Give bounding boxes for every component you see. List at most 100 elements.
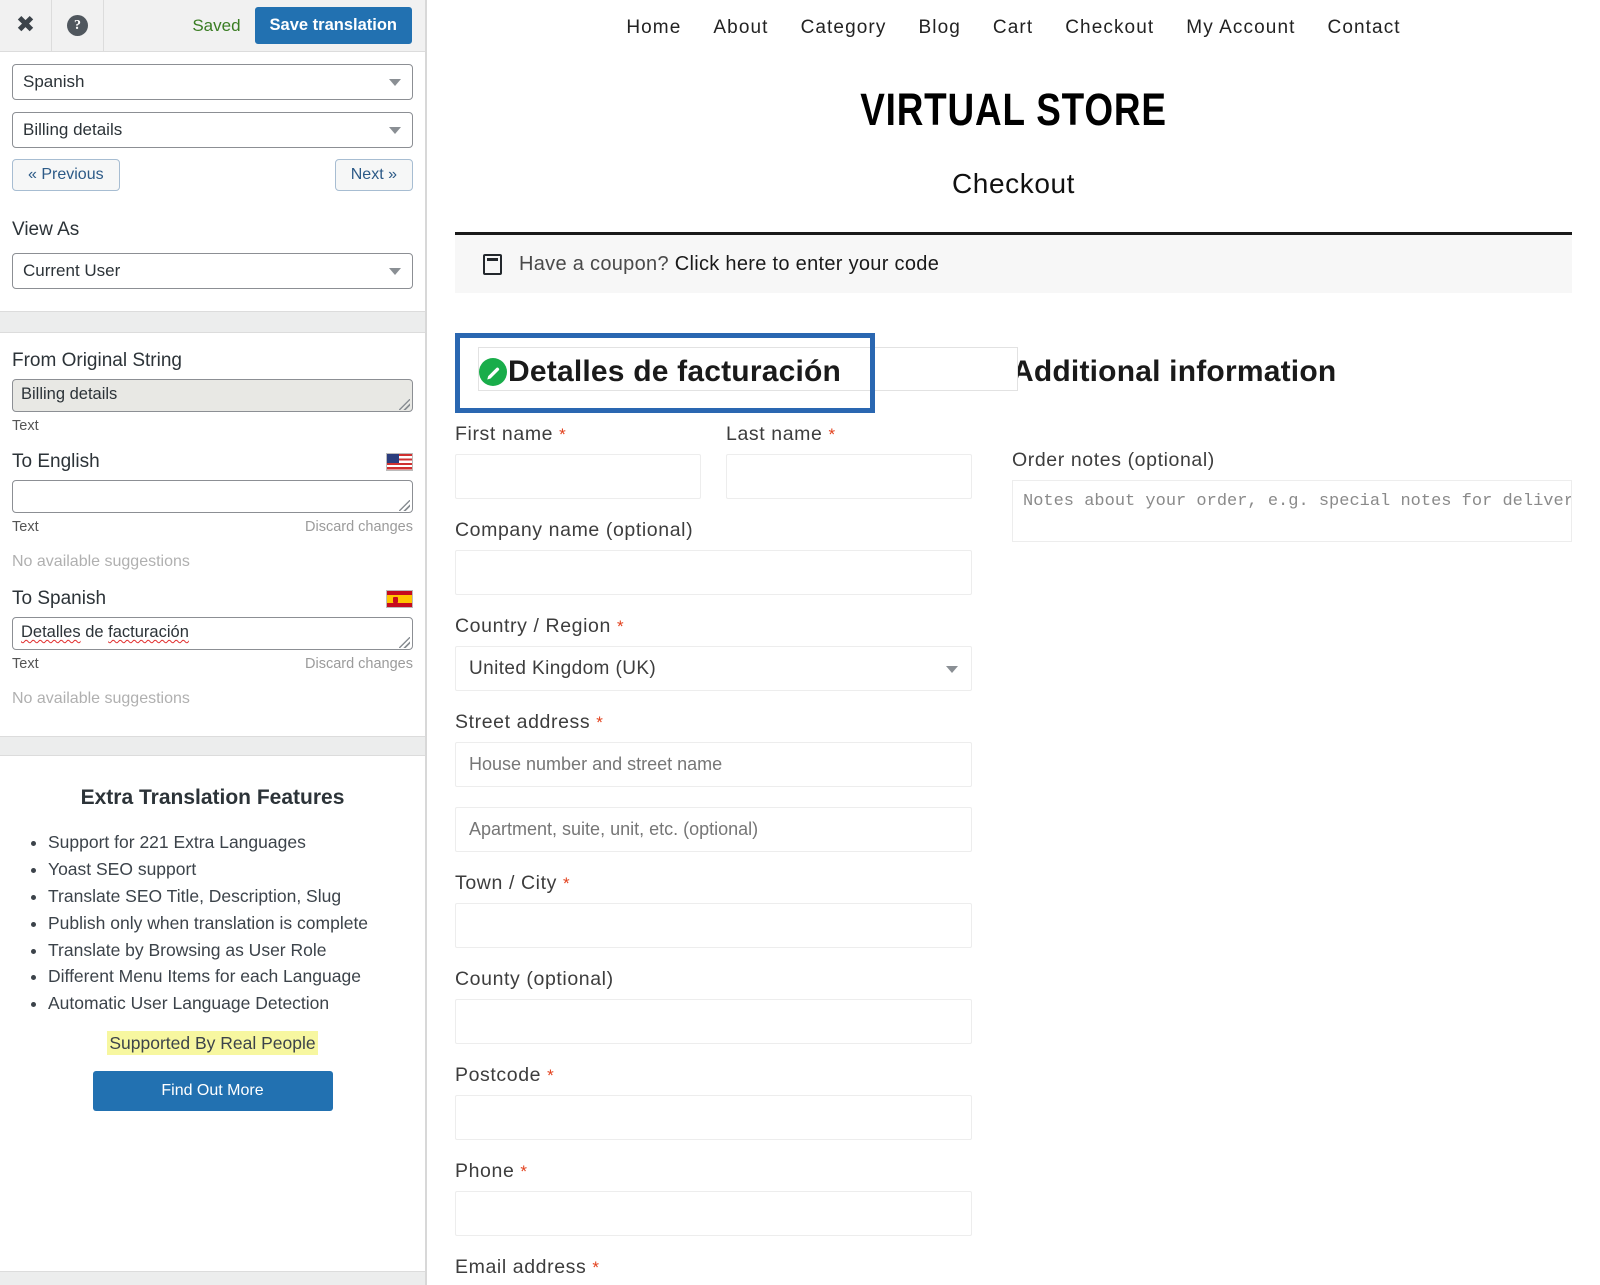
email-group: Email address * [455, 1256, 972, 1279]
site-logo[interactable]: VIRTUAL STORE [533, 84, 1495, 136]
promo-divider [0, 736, 425, 756]
string-select-value: Billing details [23, 120, 123, 139]
nav-item-contact[interactable]: Contact [1328, 17, 1401, 39]
name-row: First name * Last name * [455, 423, 972, 519]
language-select-value: Spanish [23, 72, 85, 91]
spanish-discard-changes-link[interactable]: Discard changes [305, 656, 413, 672]
order-notes-textarea[interactable]: Notes about your order, e.g. special not… [1012, 480, 1572, 542]
english-translation-input[interactable] [12, 480, 413, 513]
first-name-label-text: First name [455, 423, 554, 445]
resize-grip-icon[interactable] [399, 500, 410, 511]
phone-label: Phone * [455, 1160, 972, 1183]
county-input[interactable] [455, 999, 972, 1044]
coupon-link[interactable]: Click here to enter your code [675, 253, 939, 275]
required-marker: * [559, 425, 567, 444]
promo-cta-wrap: Find Out More [18, 1071, 407, 1112]
billing-form: First name * Last name * Company name (o… [455, 423, 972, 1279]
previous-button[interactable]: « Previous [12, 159, 120, 191]
nav-item-about[interactable]: About [713, 17, 768, 39]
to-english-label: To English [12, 451, 100, 472]
postcode-label: Postcode * [455, 1064, 972, 1087]
last-name-input[interactable] [726, 454, 972, 499]
language-select[interactable]: Spanish [12, 64, 413, 100]
english-discard-changes-link[interactable]: Discard changes [305, 519, 413, 535]
billing-heading-text: Detalles de facturación [508, 355, 842, 388]
phone-input[interactable] [455, 1191, 972, 1236]
pencil-edit-icon[interactable] [479, 358, 507, 386]
supported-by-highlight: Supported By Real People [107, 1031, 318, 1056]
translation-sidebar: ✖ ? Saved Save translation Spanish Billi… [0, 0, 427, 1285]
english-type-label: Text [12, 519, 39, 535]
resize-grip-icon[interactable] [399, 637, 410, 648]
required-marker: * [520, 1162, 528, 1181]
billing-heading-zone: Detalles de facturación [455, 333, 1018, 413]
spanish-suggestions: No available suggestions [12, 690, 190, 707]
list-item: Support for 221 Extra Languages [48, 830, 407, 856]
list-item: Different Menu Items for each Language [48, 964, 407, 990]
phone-label-text: Phone [455, 1160, 515, 1182]
view-as-label: View As [12, 219, 80, 240]
nav-item-category[interactable]: Category [801, 17, 887, 39]
translation-editor: From Original String Billing details Tex… [0, 350, 425, 708]
spanish-type-label: Text [12, 656, 39, 672]
required-marker: * [828, 425, 836, 444]
supported-by-note: Supported By Real People [18, 1031, 407, 1056]
last-name-label: Last name * [726, 423, 972, 446]
string-nav-row: « Previous Next » [12, 159, 413, 191]
nav-item-my-account[interactable]: My Account [1186, 17, 1295, 39]
required-marker: * [592, 1258, 600, 1277]
close-button[interactable]: ✖ [0, 0, 52, 52]
list-item: Translate by Browsing as User Role [48, 938, 407, 964]
es-flag-icon [386, 590, 413, 608]
order-notes-placeholder: Notes about your order, e.g. special not… [1023, 492, 1572, 511]
additional-info-column: Additional information Order notes (opti… [972, 333, 1572, 1285]
chevron-down-icon [389, 127, 401, 134]
street-address-input[interactable]: House number and street name [455, 742, 972, 787]
coupon-notice[interactable]: Have a coupon? Click here to enter your … [455, 235, 1572, 293]
street-address-group: Street address * House number and street… [455, 711, 972, 787]
first-name-group: First name * [455, 423, 701, 499]
country-label: Country / Region * [455, 615, 972, 638]
street-address-placeholder: House number and street name [469, 754, 723, 774]
country-label-text: Country / Region [455, 615, 611, 637]
address-line2-placeholder: Apartment, suite, unit, etc. (optional) [469, 819, 759, 839]
chevron-down-icon [389, 79, 401, 86]
coupon-icon [483, 253, 502, 275]
postcode-group: Postcode * [455, 1064, 972, 1140]
company-name-input[interactable] [455, 550, 972, 595]
list-item: Yoast SEO support [48, 857, 407, 883]
promo-panel: Extra Translation Features Support for 2… [0, 756, 425, 1112]
billing-column: Detalles de facturación First name * Las… [455, 333, 1018, 1285]
help-button[interactable]: ? [52, 0, 104, 52]
company-name-group: Company name (optional) [455, 519, 972, 595]
first-name-input[interactable] [455, 454, 701, 499]
coupon-text: Have a coupon? Click here to enter your … [519, 253, 939, 276]
postcode-input[interactable] [455, 1095, 972, 1140]
next-button[interactable]: Next » [334, 159, 413, 191]
app-root: ✖ ? Saved Save translation Spanish Billi… [0, 0, 1600, 1285]
last-name-group: Last name * [726, 423, 972, 499]
town-city-input[interactable] [455, 903, 972, 948]
spanish-value-word1: Detalles [21, 623, 81, 641]
find-out-more-button[interactable]: Find Out More [92, 1071, 333, 1112]
english-meta-row: Text Discard changes [12, 519, 413, 535]
string-select[interactable]: Billing details [12, 112, 413, 148]
save-translation-button[interactable]: Save translation [254, 7, 412, 44]
nav-item-cart[interactable]: Cart [993, 17, 1033, 39]
chevron-down-icon [389, 268, 401, 275]
country-select[interactable]: United Kingdom (UK) [455, 646, 972, 691]
promo-feature-list: Support for 221 Extra Languages Yoast SE… [22, 830, 407, 1017]
english-heading-row: To English [12, 451, 413, 473]
page-title: Checkout [951, 168, 1076, 199]
spanish-translation-input[interactable]: Detalles de facturación [12, 617, 413, 650]
town-city-label: Town / City * [455, 872, 972, 895]
toolbar-right-group: Saved Save translation [192, 7, 425, 44]
resize-grip-icon[interactable] [399, 399, 410, 410]
nav-item-blog[interactable]: Blog [918, 17, 960, 39]
billing-heading[interactable]: Detalles de facturación [479, 355, 841, 389]
address-line2-input[interactable]: Apartment, suite, unit, etc. (optional) [455, 807, 972, 852]
coupon-prefix: Have a coupon? [519, 252, 675, 275]
view-as-select[interactable]: Current User [12, 253, 413, 289]
nav-item-checkout[interactable]: Checkout [1065, 17, 1154, 39]
nav-item-home[interactable]: Home [626, 17, 681, 39]
